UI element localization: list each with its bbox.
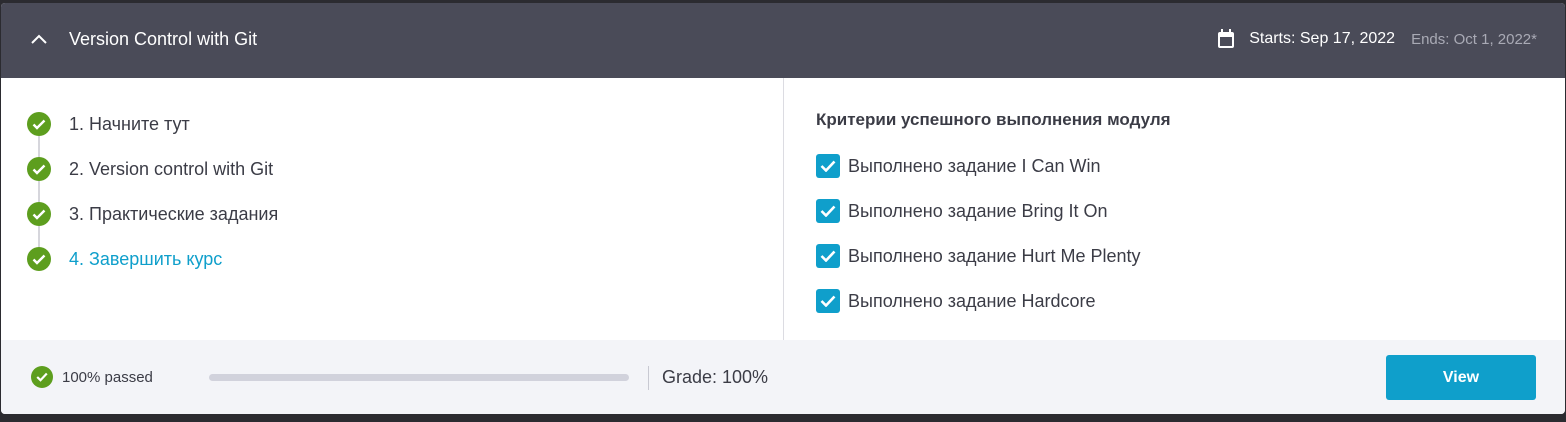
check-circle-icon xyxy=(27,247,51,271)
step-connector xyxy=(38,181,40,202)
criteria-panel: Критерии успешного выполнения модуля Вып… xyxy=(784,78,1565,340)
criterion-label: Выполнено задание I Can Win xyxy=(848,156,1101,176)
progress-bar xyxy=(209,374,629,381)
step-item-active[interactable]: 4. Завершить курс xyxy=(27,247,278,292)
course-title: Version Control with Git xyxy=(69,29,258,49)
step-connector xyxy=(38,136,40,157)
step-label: 2. Version control with Git xyxy=(69,159,274,179)
checkbox-checked-icon[interactable] xyxy=(816,199,840,223)
footer-divider xyxy=(648,366,649,390)
step-item[interactable]: 1. Начните тут xyxy=(27,112,278,157)
course-card: Version Control with Git Starts: Sep 17,… xyxy=(1,3,1565,414)
criterion-label: Выполнено задание Bring It On xyxy=(848,201,1108,221)
progress-fill xyxy=(209,374,629,381)
view-button[interactable]: View xyxy=(1386,355,1536,400)
checkbox-checked-icon[interactable] xyxy=(816,154,840,178)
criteria-list: Выполнено задание I Can Win Выполнено за… xyxy=(816,154,1141,334)
start-date: Starts: Sep 17, 2022 xyxy=(1249,30,1396,47)
chevron-up-icon[interactable] xyxy=(27,27,51,51)
criterion-label: Выполнено задание Hurt Me Plenty xyxy=(848,246,1141,266)
step-item[interactable]: 2. Version control with Git xyxy=(27,157,278,202)
step-label: 4. Завершить курс xyxy=(69,249,223,269)
checkbox-checked-icon[interactable] xyxy=(816,289,840,313)
check-circle-icon xyxy=(27,202,51,226)
criterion-item: Выполнено задание Hardcore xyxy=(816,289,1141,334)
step-list: 1. Начните тут 2. Version control with G… xyxy=(27,112,278,292)
course-footer: 100% passed Grade: 100% View xyxy=(1,340,1565,414)
check-circle-icon xyxy=(27,112,51,136)
step-item[interactable]: 3. Практические задания xyxy=(27,202,278,247)
step-label: 1. Начните тут xyxy=(69,114,190,134)
grade-text: Grade: 100% xyxy=(662,367,769,387)
criterion-item: Выполнено задание Bring It On xyxy=(816,199,1141,244)
step-connector xyxy=(38,226,40,247)
course-header: Version Control with Git Starts: Sep 17,… xyxy=(1,3,1565,78)
step-label: 3. Практические задания xyxy=(69,204,279,224)
passed-status: 100% passed xyxy=(62,369,153,386)
criteria-title: Критерии успешного выполнения модуля xyxy=(816,110,1171,129)
criterion-item: Выполнено задание I Can Win xyxy=(816,154,1141,199)
steps-panel: 1. Начните тут 2. Version control with G… xyxy=(1,78,783,340)
check-circle-icon xyxy=(27,157,51,181)
course-body: 1. Начните тут 2. Version control with G… xyxy=(1,78,1565,340)
calendar-icon xyxy=(1217,29,1237,49)
check-circle-icon xyxy=(31,366,53,388)
criterion-item: Выполнено задание Hurt Me Plenty xyxy=(816,244,1141,289)
course-dates: Starts: Sep 17, 2022 Ends: Oct 1, 2022* xyxy=(1217,29,1537,49)
criterion-label: Выполнено задание Hardcore xyxy=(848,291,1096,311)
checkbox-checked-icon[interactable] xyxy=(816,244,840,268)
end-date: Ends: Oct 1, 2022* xyxy=(1411,30,1537,48)
